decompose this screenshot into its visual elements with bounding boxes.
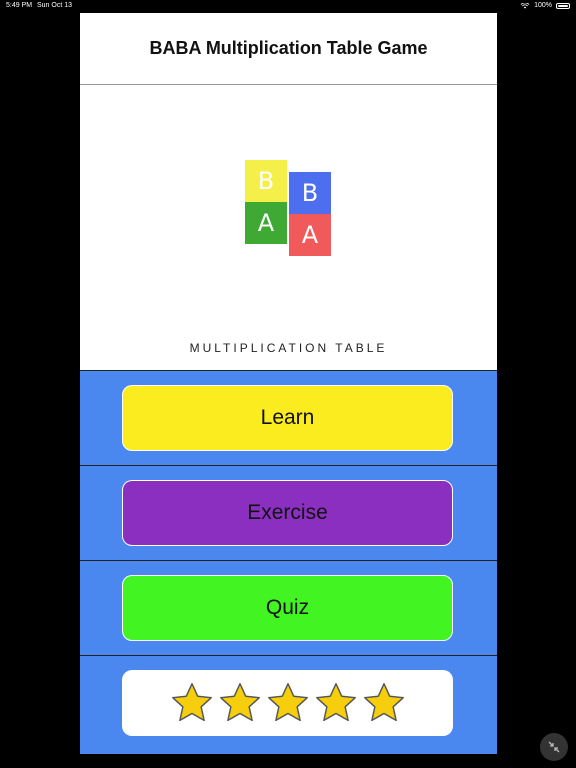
star-icon (171, 683, 212, 722)
battery-icon (556, 2, 570, 9)
status-date: Sun Oct 13 (37, 2, 73, 9)
star-icon (315, 683, 356, 722)
collapse-arrows-icon[interactable] (540, 733, 568, 761)
rating-button[interactable] (122, 670, 453, 736)
menu-panel: Learn Exercise Quiz (80, 370, 497, 754)
menu-row-rating (80, 655, 497, 750)
menu-row-quiz: Quiz (80, 560, 497, 655)
wifi-icon (520, 2, 530, 9)
logo-block-a2: A (289, 214, 331, 256)
star-icon (363, 683, 404, 722)
logo-block-b2: B (289, 172, 331, 214)
status-right: 100% (520, 2, 570, 9)
learn-button[interactable]: Learn (122, 385, 453, 451)
logo-subtitle: MULTIPLICATION TABLE (189, 341, 388, 355)
menu-row-learn: Learn (80, 370, 497, 465)
page-title: BABA Multiplication Table Game (149, 38, 428, 58)
learn-button-label: Learn (260, 406, 315, 429)
exercise-button-label: Exercise (247, 501, 328, 524)
quiz-button-label: Quiz (265, 596, 310, 619)
battery-percent: 100% (534, 2, 552, 9)
collapse-arrows-glyph (548, 741, 560, 753)
logo: B A B A MULTIPLICATION TABLE (80, 85, 497, 370)
status-time: 5:49 PM (6, 2, 33, 9)
star-icon (219, 683, 260, 722)
star-icon (267, 683, 308, 722)
quiz-button[interactable]: Quiz (122, 575, 453, 641)
menu-row-exercise: Exercise (80, 465, 497, 560)
app-window: BABA Multiplication Table Game B A B A M… (80, 13, 497, 754)
exercise-button[interactable]: Exercise (122, 480, 453, 546)
logo-block-b1: B (245, 160, 287, 202)
status-bar: 5:49 PM Sun Oct 13 100% (0, 0, 576, 12)
logo-block-a1: A (245, 202, 287, 244)
header: BABA Multiplication Table Game (80, 13, 497, 85)
